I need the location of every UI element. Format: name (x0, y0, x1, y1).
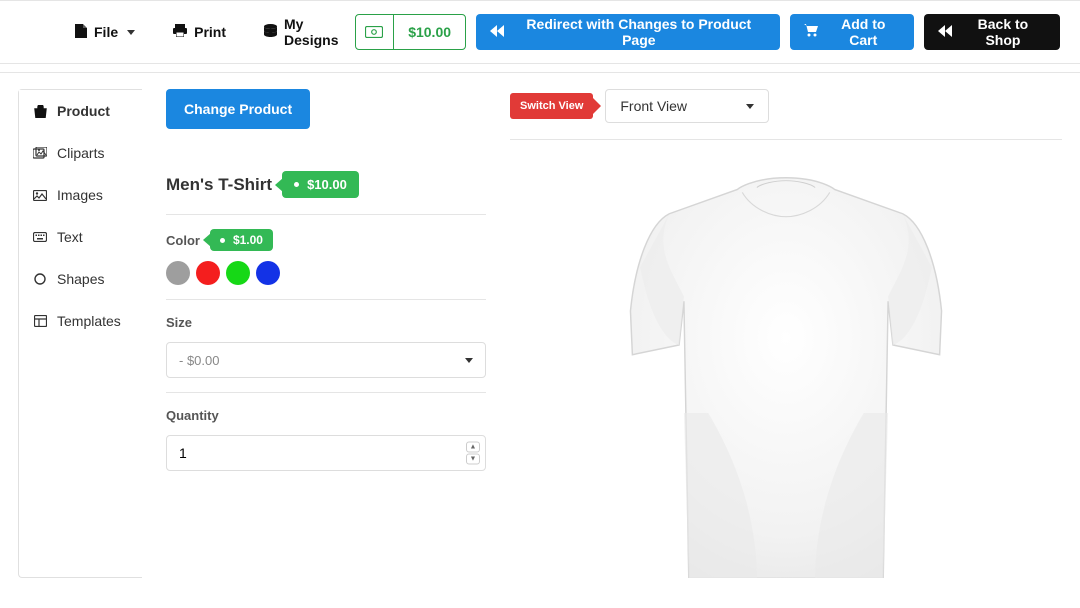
quantity-up[interactable]: ▲ (466, 442, 480, 453)
quantity-down[interactable]: ▼ (466, 454, 480, 465)
size-select[interactable]: - $0.00 (166, 342, 486, 378)
color-swatch-blue[interactable] (256, 261, 280, 285)
product-title-row: Men's T-Shirt $10.00 (166, 171, 486, 215)
chevron-down-icon (465, 358, 473, 363)
add-to-cart-button[interactable]: Add to Cart (790, 14, 914, 50)
main: Product Cliparts Images Text Shapes Temp… (0, 72, 1080, 578)
canvas-top: Switch View Front View (510, 89, 1062, 123)
images-icon (33, 147, 47, 159)
topbar-left: File Print My Designs (75, 16, 355, 48)
my-designs-label: My Designs (284, 16, 355, 48)
chevron-down-icon (746, 104, 754, 109)
rewind-icon (938, 24, 952, 40)
sidebar-label: Templates (57, 313, 121, 329)
print-icon (173, 24, 187, 41)
size-value: - $0.00 (179, 353, 219, 368)
product-panel: Change Product Men's T-Shirt $10.00 Colo… (166, 89, 486, 578)
keyboard-icon (33, 232, 47, 242)
chevron-down-icon (127, 30, 135, 35)
product-name: Men's T-Shirt (166, 175, 272, 195)
redirect-label: Redirect with Changes to Product Page (512, 16, 766, 48)
tshirt-icon (611, 170, 961, 578)
quantity-input[interactable] (166, 435, 486, 471)
redirect-button[interactable]: Redirect with Changes to Product Page (476, 14, 780, 50)
sidebar-item-images[interactable]: Images (19, 174, 142, 216)
back-to-shop-label: Back to Shop (960, 16, 1046, 48)
file-label: File (94, 24, 118, 40)
file-icon (75, 24, 87, 41)
print-label: Print (194, 24, 226, 40)
sidebar-item-text[interactable]: Text (19, 216, 142, 258)
sidebar-item-templates[interactable]: Templates (19, 300, 142, 342)
size-section: Size - $0.00 (166, 300, 486, 393)
product-price-tag: $10.00 (282, 171, 359, 198)
color-swatches (166, 261, 486, 285)
color-price-tag: $1.00 (210, 229, 273, 251)
dot-icon (220, 238, 225, 243)
print-button[interactable]: Print (173, 24, 226, 41)
switch-view-badge: Switch View (510, 93, 593, 119)
rewind-icon (490, 24, 504, 40)
color-swatch-green[interactable] (226, 261, 250, 285)
sidebar-label: Text (57, 229, 83, 245)
change-product-button[interactable]: Change Product (166, 89, 310, 129)
layout-icon (33, 315, 47, 327)
topbar: File Print My Designs $10.00 R (0, 0, 1080, 64)
quantity-spinner: ▲ ▼ (466, 442, 480, 465)
product-preview (510, 140, 1062, 578)
circle-icon (33, 273, 47, 285)
price-badge: $10.00 (355, 14, 466, 50)
sidebar-item-cliparts[interactable]: Cliparts (19, 132, 142, 174)
view-select[interactable]: Front View (605, 89, 769, 123)
color-price: $1.00 (233, 233, 263, 247)
product-price: $10.00 (307, 177, 347, 192)
sidebar-label: Product (57, 103, 110, 119)
color-section: Color $1.00 (166, 215, 486, 300)
quantity-label: Quantity (166, 408, 219, 423)
money-icon (356, 15, 395, 49)
my-designs-button[interactable]: My Designs (264, 16, 355, 48)
quantity-section: Quantity ▲ ▼ (166, 393, 486, 485)
color-swatch-red[interactable] (196, 261, 220, 285)
view-value: Front View (620, 98, 687, 114)
price-value: $10.00 (394, 24, 465, 40)
sidebar: Product Cliparts Images Text Shapes Temp… (18, 89, 142, 578)
add-to-cart-label: Add to Cart (827, 16, 900, 48)
sidebar-label: Cliparts (57, 145, 104, 161)
dot-icon (294, 182, 299, 187)
bag-icon (33, 105, 47, 118)
sidebar-label: Shapes (57, 271, 104, 287)
sidebar-item-shapes[interactable]: Shapes (19, 258, 142, 300)
cart-icon (804, 24, 819, 40)
image-icon (33, 190, 47, 201)
color-label: Color (166, 233, 200, 248)
color-swatch-gray[interactable] (166, 261, 190, 285)
sidebar-item-product[interactable]: Product (19, 90, 143, 132)
topbar-right: $10.00 Redirect with Changes to Product … (355, 14, 1060, 50)
back-to-shop-button[interactable]: Back to Shop (924, 14, 1060, 50)
canvas-area: Switch View Front View (510, 89, 1072, 578)
database-icon (264, 24, 277, 41)
file-menu[interactable]: File (75, 24, 135, 41)
sidebar-label: Images (57, 187, 103, 203)
size-label: Size (166, 315, 192, 330)
